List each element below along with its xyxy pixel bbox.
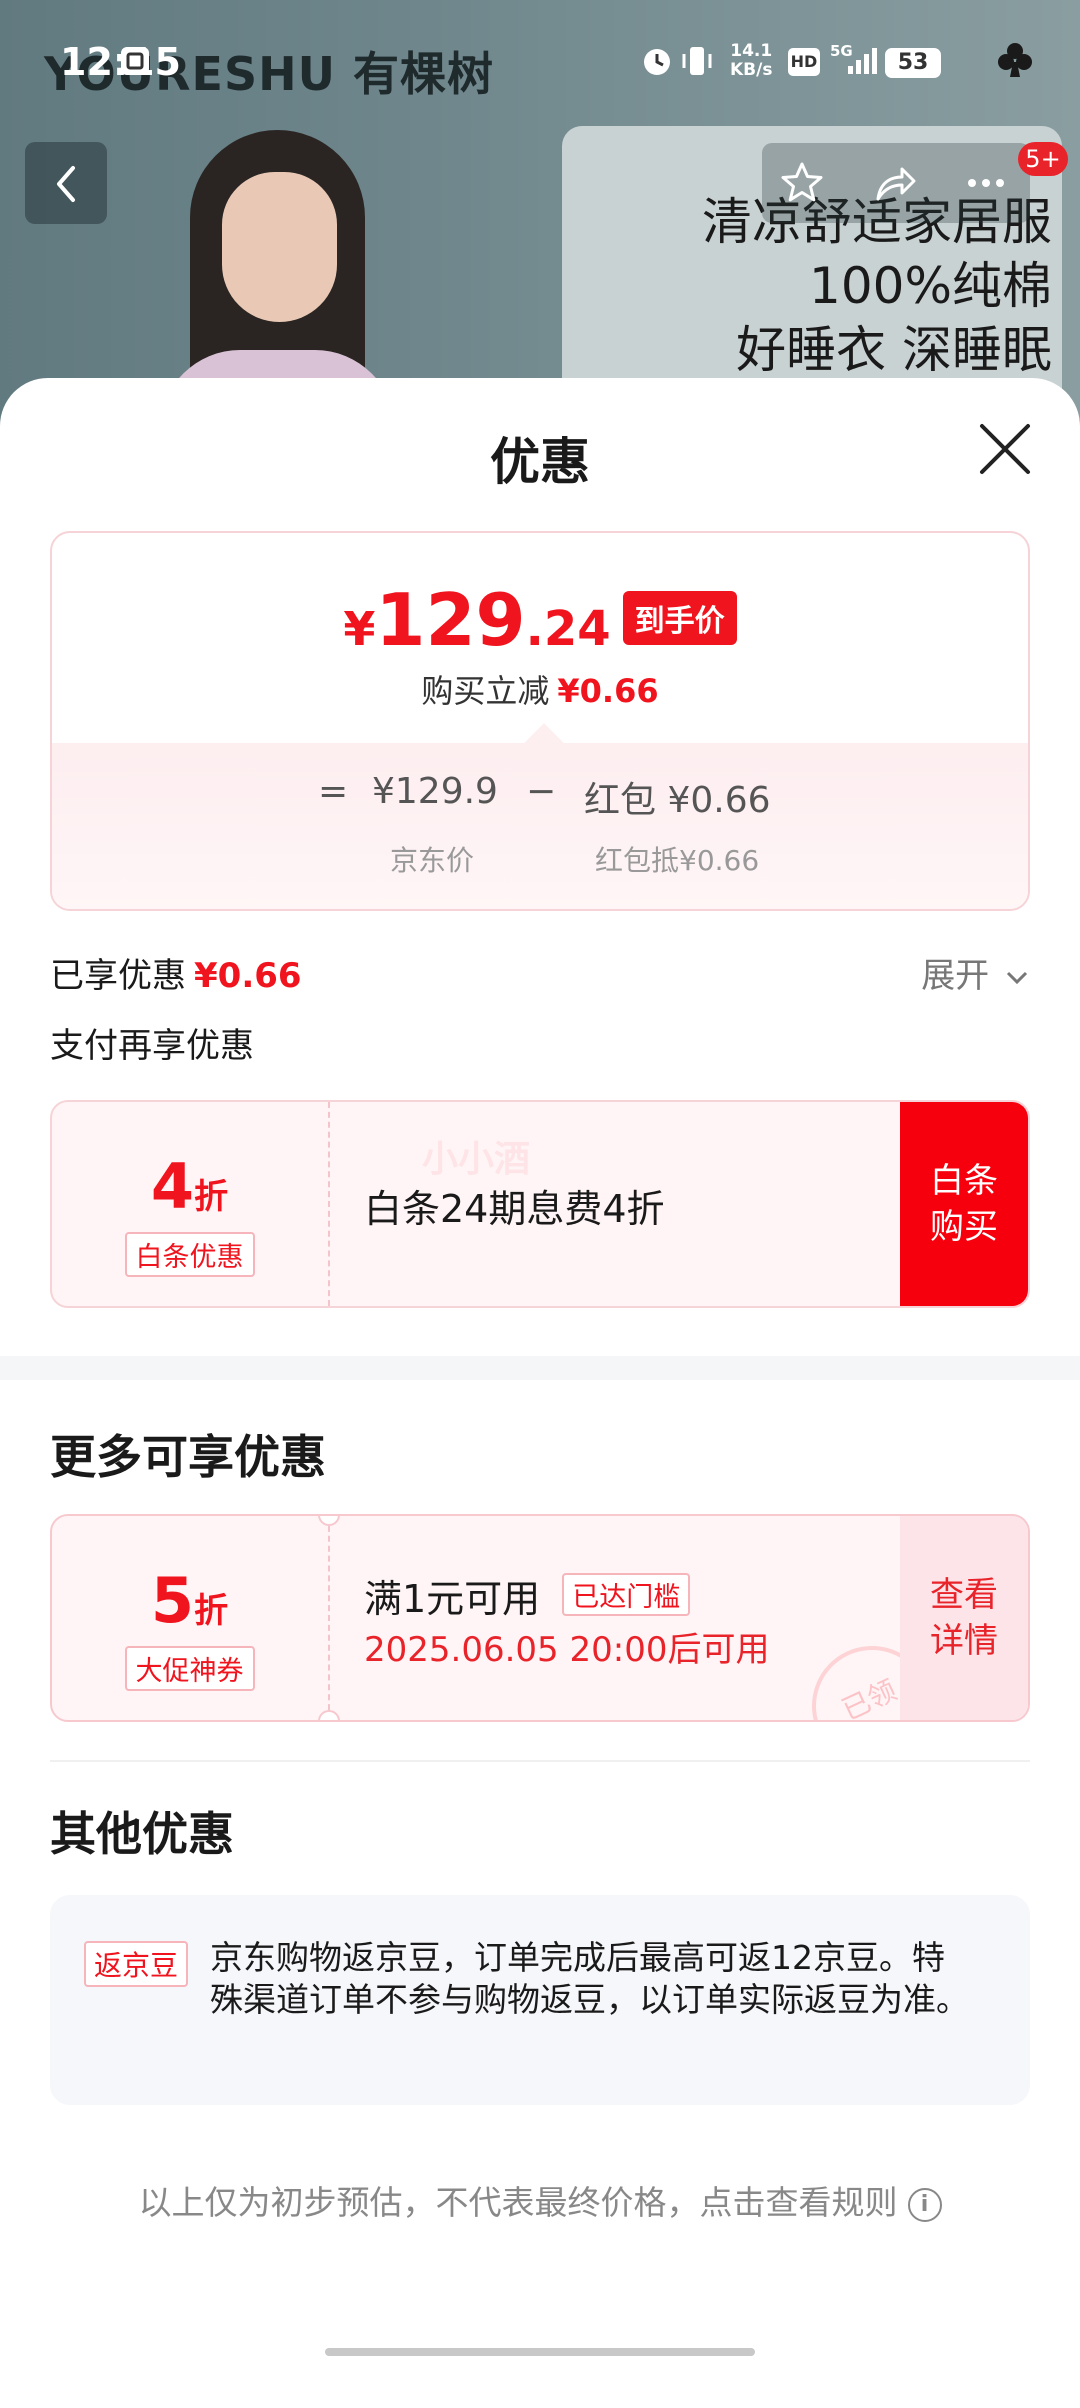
enjoyed-discount: 已享优惠 ¥0.66 xyxy=(50,956,302,996)
jd-bean-box: 返京豆 京东购物返京豆，订单完成后最高可返12京豆。特殊渠道订单不参与购物返豆，… xyxy=(50,1895,1030,2105)
notification-icon xyxy=(121,47,149,75)
baitiao-buy-button[interactable]: 白条 购买 xyxy=(900,1102,1028,1306)
info-icon[interactable]: i xyxy=(907,2187,942,2222)
vibrate-icon xyxy=(682,47,712,75)
coupon-threshold: 满1元可用 已达门槛 xyxy=(364,1568,691,1623)
coupon-kind-tag: 大促神券 xyxy=(124,1646,255,1691)
price-breakdown: = ¥129.9 − 红包 ¥0.66 京东价 红包抵¥0.66 xyxy=(52,723,1028,909)
sheet-title: 优惠 xyxy=(490,433,590,491)
back-button[interactable] xyxy=(25,142,107,224)
club-icon xyxy=(998,43,1032,77)
threshold-tag: 已达门槛 xyxy=(562,1573,691,1616)
coupon-discount: 5折 大促神券 xyxy=(52,1516,327,1720)
watermark: 小小酒 xyxy=(422,1139,531,1180)
close-icon[interactable] xyxy=(976,420,1034,478)
more-icon[interactable] xyxy=(962,159,1010,207)
hd-icon: HD xyxy=(788,48,820,76)
discount-sheet: 优惠 ¥129.24 到手价 购买立减 ¥0.66 = ¥129.9 − 红包 ¥0… xyxy=(0,378,1080,2408)
more-discounts-heading: 更多可享优惠 xyxy=(50,1430,326,1484)
star-icon[interactable] xyxy=(778,159,826,207)
instant-reduce: 购买立减 ¥0.66 xyxy=(421,672,659,710)
coupon-text: 白条24期息费4折 xyxy=(364,1187,665,1231)
rules-footnote[interactable]: 以上仅为初步预估，不代表最终价格，点击查看规则 i xyxy=(0,2176,1080,2224)
status-bar: 12:15 14.1 KB/s HD 5G 53 xyxy=(0,0,1080,120)
pay-more-label: 支付再享优惠 xyxy=(50,1026,254,1066)
chevron-left-icon xyxy=(57,166,75,202)
signal-icon: 5G xyxy=(830,42,880,78)
section-divider xyxy=(0,1356,1080,1380)
other-discounts-heading: 其他优惠 xyxy=(50,1807,234,1861)
coupon-valid-time: 2025.06.05 20:00后可用 xyxy=(364,1630,770,1670)
final-price: ¥129.24 到手价 xyxy=(52,578,1028,662)
share-icon[interactable] xyxy=(870,159,918,207)
baitiao-coupon: 4折 白条优惠 小小酒 白条24期息费4折 白条 购买 xyxy=(50,1100,1030,1308)
chevron-down-icon xyxy=(1006,971,1028,985)
redpacket-value: 红包 ¥0.66 xyxy=(584,780,771,821)
jd-price-caption: 京东价 xyxy=(390,844,475,877)
redpacket-caption: 红包抵¥0.66 xyxy=(595,844,760,877)
home-indicator[interactable] xyxy=(325,2348,755,2356)
top-actions-bar xyxy=(762,143,1030,223)
final-price-section: ¥129.24 到手价 购买立减 ¥0.66 xyxy=(52,533,1028,743)
model-image xyxy=(150,130,400,420)
jd-price: ¥129.9 xyxy=(372,771,498,812)
net-speed: 14.1 KB/s xyxy=(730,41,773,80)
coupon-kind-tag: 白条优惠 xyxy=(124,1232,255,1277)
view-details-button[interactable]: 查看 详情 xyxy=(900,1516,1028,1720)
promo-coupon: 5折 大促神券 满1元可用 已达门槛 2025.06.05 20:00后可用 已… xyxy=(50,1514,1030,1722)
final-price-tag: 到手价 xyxy=(622,591,737,645)
expand-button[interactable]: 展开 xyxy=(921,948,1030,997)
jd-bean-tag: 返京豆 xyxy=(84,1941,189,1987)
battery-icon: 53 xyxy=(885,48,941,78)
coupon-discount: 4折 白条优惠 xyxy=(52,1102,327,1306)
alarm-icon xyxy=(644,49,670,75)
message-badge: 5+ xyxy=(1018,142,1068,176)
price-card: ¥129.24 到手价 购买立减 ¥0.66 = ¥129.9 − 红包 ¥0.66… xyxy=(50,531,1030,911)
jd-bean-text: 京东购物返京豆，订单完成后最高可返12京豆。特殊渠道订单不参与购物返豆，以订单实… xyxy=(210,1938,969,2019)
